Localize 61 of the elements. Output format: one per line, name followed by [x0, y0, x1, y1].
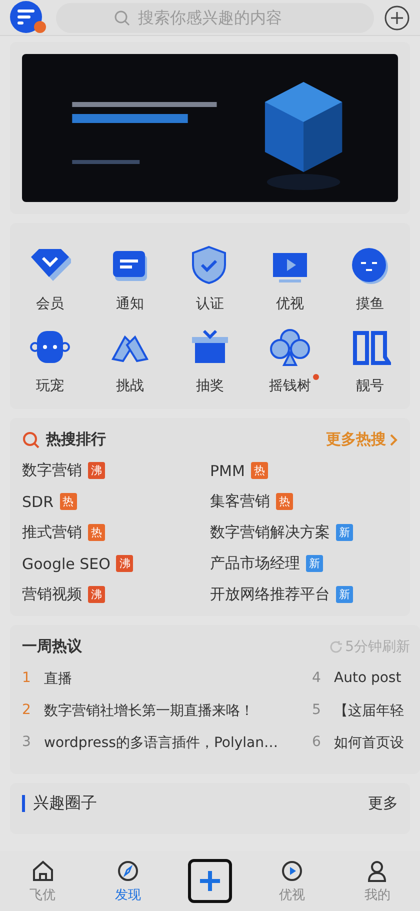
shortcut-label[interactable]: 靓号: [356, 377, 384, 395]
face-icon[interactable]: [349, 245, 391, 285]
search-bar[interactable]: 搜索你感兴趣的内容: [56, 2, 374, 32]
compass-icon: [116, 858, 140, 882]
plus-icon: [198, 870, 221, 892]
nav-tab[interactable]: 发现: [102, 858, 153, 904]
hot-search-link[interactable]: 推式营销: [22, 523, 82, 542]
shortcut-label[interactable]: 玩宠: [36, 377, 64, 395]
shortcut-label[interactable]: 认证: [196, 295, 224, 313]
topic-link[interactable]: 数字营销社增长第一期直播来咯！: [44, 702, 254, 720]
topic-link[interactable]: 如何首页设: [334, 734, 404, 752]
app-logo-icon[interactable]: [10, 0, 46, 34]
rank-number: 2: [22, 702, 30, 720]
hot-tag: 新: [336, 524, 353, 541]
hot-search-link[interactable]: 开放网络推荐平台: [210, 585, 330, 604]
hot-tag: 热: [60, 493, 76, 510]
shortcut-label[interactable]: 通知: [116, 295, 144, 313]
hot-tag: 热: [88, 524, 105, 541]
rank-number: 6: [312, 734, 320, 752]
rank-number: 5: [312, 702, 320, 720]
section-title: 兴趣圈子: [33, 793, 97, 814]
rank-number: 1: [22, 670, 30, 688]
search-icon: [22, 430, 40, 448]
shortcut-label[interactable]: 摸鱼: [356, 295, 384, 313]
add-icon[interactable]: [384, 4, 410, 30]
home-icon: [30, 858, 55, 882]
shortcut-label[interactable]: 优视: [276, 295, 304, 313]
topic-link[interactable]: wordpress的多语言插件，Polylan…: [44, 734, 278, 752]
hot-tag: 沸: [88, 586, 105, 603]
shortcut-label[interactable]: 摇钱树: [269, 377, 311, 395]
hot-tag: 沸: [116, 555, 134, 572]
shortcut-label[interactable]: 挑战: [116, 377, 144, 395]
shortcut-label[interactable]: 抽奖: [196, 377, 224, 395]
search-icon: [114, 10, 130, 26]
hot-search-link[interactable]: SDR: [22, 492, 54, 510]
section-title: 一周热议: [22, 637, 82, 656]
hot-tag: 新: [336, 586, 353, 603]
hot-tag: 沸: [88, 462, 105, 479]
chevron-icon: [390, 434, 398, 446]
topic-link[interactable]: 直播: [44, 670, 72, 688]
hot-search-link[interactable]: 营销视频: [22, 585, 82, 604]
tree-icon[interactable]: [269, 327, 311, 367]
hot-search-link[interactable]: 数字营销: [22, 461, 82, 480]
play-icon: [280, 858, 304, 882]
topic-link[interactable]: Auto post: [334, 670, 402, 688]
rank-number: 4: [312, 670, 320, 688]
hot-tag: 新: [306, 555, 323, 572]
hot-search-link[interactable]: Google SEO: [22, 554, 110, 572]
rank-number: 3: [22, 734, 30, 752]
shortcut-label[interactable]: 会员: [36, 295, 64, 313]
hot-search-link[interactable]: 数字营销解决方案: [210, 523, 330, 542]
create-button[interactable]: [188, 859, 232, 903]
accent-bar: [22, 795, 25, 812]
hot-tag: 热: [250, 462, 268, 479]
hot-tag: 热: [276, 493, 293, 510]
section-title: 热搜排行: [46, 430, 106, 449]
hot-search-link[interactable]: 产品市场经理: [210, 554, 300, 573]
topic-link[interactable]: 【这届年轻: [334, 702, 404, 720]
hot-search-link[interactable]: 集客营销: [210, 492, 270, 511]
more-link[interactable]: 更多: [368, 794, 398, 813]
hot-search-link[interactable]: PMM: [210, 462, 245, 480]
